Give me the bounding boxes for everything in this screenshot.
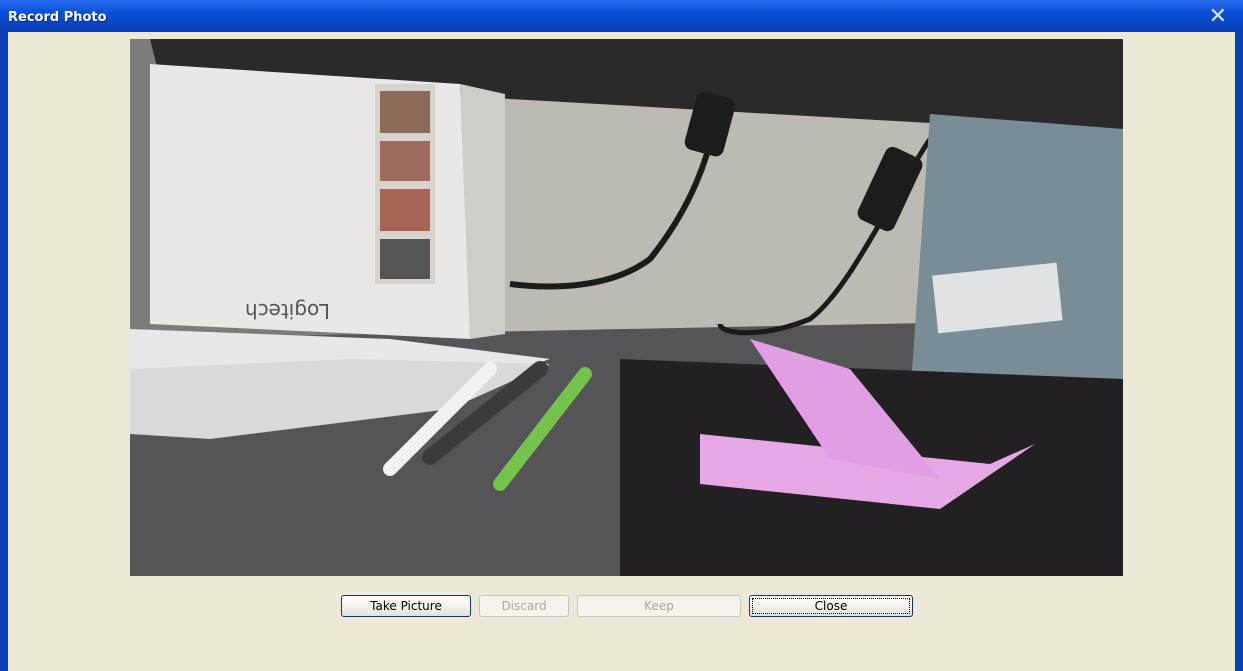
button-bar: Take Picture Discard Keep Close — [341, 595, 913, 619]
title-bar[interactable]: Record Photo ✕ — [0, 0, 1243, 32]
record-photo-dialog: Record Photo ✕ Logitech Take Picture Dis… — [0, 0, 1243, 671]
window-title: Record Photo — [8, 10, 107, 25]
take-picture-button[interactable]: Take Picture — [341, 595, 471, 617]
camera-preview-image: Logitech — [130, 39, 1123, 576]
close-button[interactable]: Close — [749, 595, 913, 617]
discard-button[interactable]: Discard — [479, 595, 569, 617]
box-brand-text: Logitech — [245, 299, 330, 323]
close-icon[interactable]: ✕ — [1209, 6, 1227, 28]
dialog-client-area: Logitech Take Picture Discard Keep Close — [8, 32, 1235, 671]
keep-button[interactable]: Keep — [577, 595, 741, 617]
camera-preview: Logitech — [130, 39, 1123, 576]
